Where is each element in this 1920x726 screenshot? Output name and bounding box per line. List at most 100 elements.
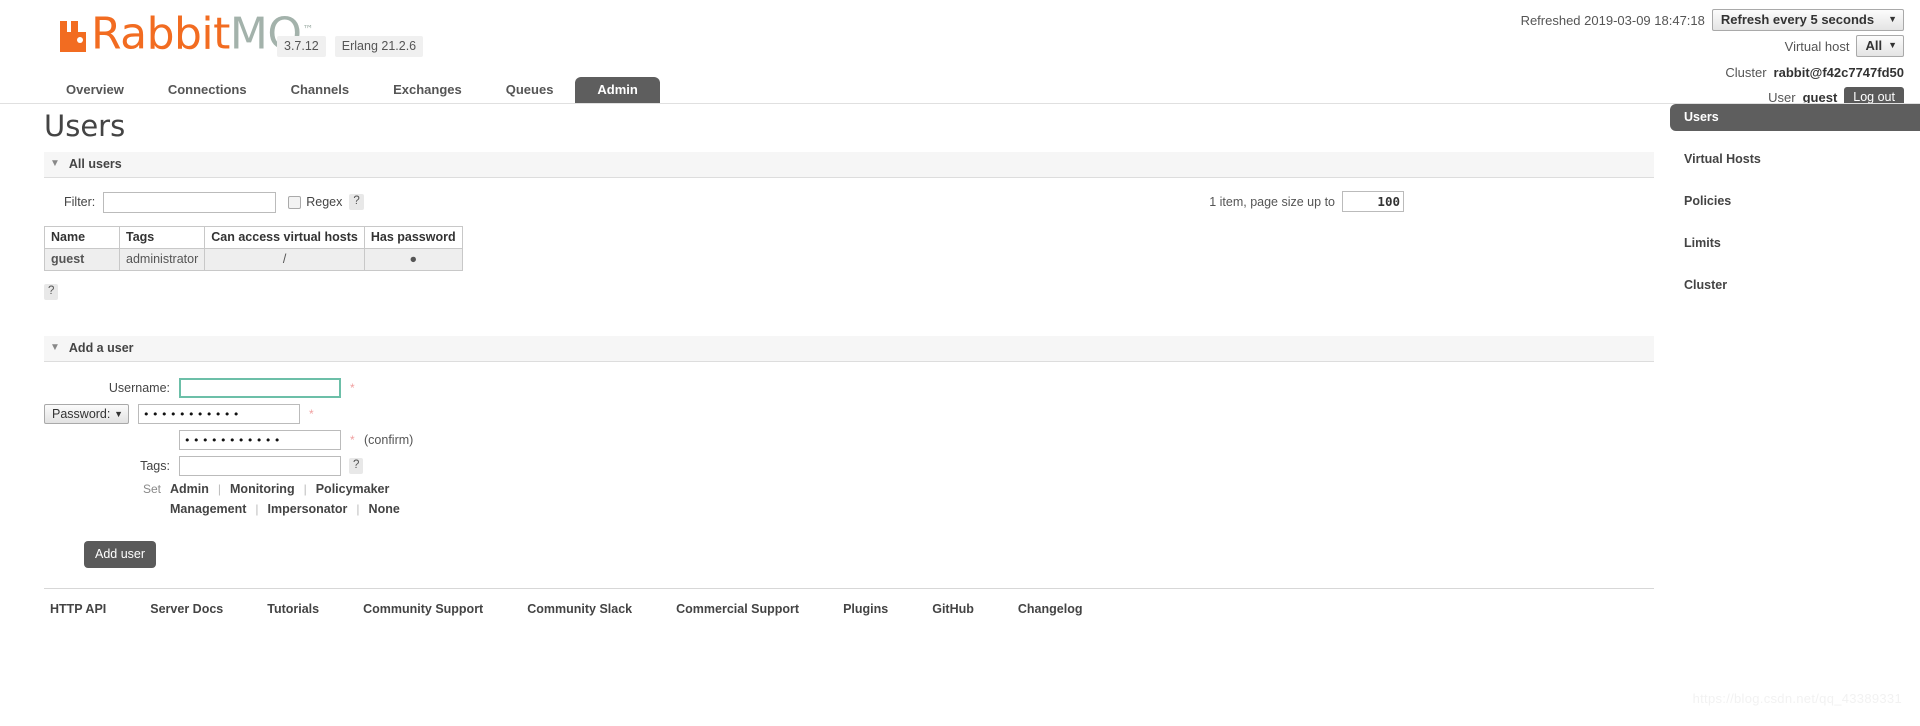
tab-exchanges[interactable]: Exchanges: [371, 77, 484, 104]
password-row: Password: ▼ *: [44, 403, 1662, 425]
main-nav: Overview Connections Channels Exchanges …: [44, 77, 660, 104]
app-root: RabbitMQ™ 3.7.12 Erlang 21.2.6 Refreshed…: [0, 0, 1920, 726]
password-input[interactable]: [138, 404, 300, 424]
add-user-section: ▼ Add a user Username: * Password: ▼ •••…: [44, 336, 1662, 568]
tab-queues[interactable]: Queues: [484, 77, 576, 104]
footer-link-github[interactable]: GitHub: [932, 602, 974, 616]
column-header-name[interactable]: Name: [44, 226, 120, 249]
users-table-body: guest administrator / ●: [44, 248, 463, 271]
footer-link-tutorials[interactable]: Tutorials: [267, 602, 319, 616]
footer-link-http-api[interactable]: HTTP API: [50, 602, 106, 616]
watermark-text: https://blog.csdn.net/qq_43389331: [1692, 691, 1902, 706]
refresh-interval-value: Refresh every 5 seconds: [1720, 12, 1875, 27]
filter-label: Filter:: [64, 195, 96, 209]
pagination-controls: 1 item, page size up to: [1209, 191, 1404, 212]
tag-preset-admin[interactable]: Admin: [170, 482, 209, 496]
footer-link-plugins[interactable]: Plugins: [843, 602, 888, 616]
filter-help-icon[interactable]: ?: [349, 194, 364, 210]
tag-preset-none[interactable]: None: [369, 502, 400, 516]
table-help-row: ?: [44, 283, 1662, 300]
all-users-section-label: All users: [68, 157, 122, 171]
tag-preset-links: Admin | Monitoring | Policymaker Managem…: [170, 482, 400, 516]
collapse-triangle-icon: ▼: [50, 158, 60, 169]
tag-presets-row: Set Admin | Monitoring | Policymaker Man…: [44, 482, 1662, 516]
footer-link-community-support[interactable]: Community Support: [363, 602, 483, 616]
sidebar-item-limits[interactable]: Limits: [1662, 230, 1920, 257]
password-type-select[interactable]: Password: ▼: [44, 404, 129, 424]
page-size-input[interactable]: [1342, 191, 1404, 212]
separator: |: [255, 502, 259, 516]
cell-user-name[interactable]: guest: [44, 248, 120, 271]
sidebar-item-policies[interactable]: Policies: [1662, 188, 1920, 215]
refresh-row: Refreshed 2019-03-09 18:47:18 Refresh ev…: [1521, 9, 1904, 31]
username-label: Username:: [108, 381, 170, 395]
table-row[interactable]: guest administrator / ●: [44, 248, 463, 271]
add-user-section-header[interactable]: ▼ Add a user: [44, 336, 1654, 362]
users-table-help-icon[interactable]: ?: [44, 284, 59, 300]
tags-row: Tags: ?: [44, 455, 1662, 477]
collapse-triangle-icon: ▼: [50, 342, 60, 353]
tag-preset-management[interactable]: Management: [170, 502, 246, 516]
password-required-mark: *: [309, 407, 314, 421]
chevron-down-icon: ▼: [114, 408, 123, 419]
footer-links: HTTP API Server Docs Tutorials Community…: [44, 588, 1654, 616]
add-user-button[interactable]: Add user: [84, 541, 157, 568]
header-status-block: Refreshed 2019-03-09 18:47:18 Refresh ev…: [1521, 9, 1904, 113]
footer-link-commercial-support[interactable]: Commercial Support: [676, 602, 799, 616]
rabbitmq-logo[interactable]: RabbitMQ™: [58, 11, 313, 56]
filter-input[interactable]: [103, 191, 277, 213]
erlang-version-badge: Erlang 21.2.6: [334, 36, 424, 57]
column-header-tags[interactable]: Tags: [118, 226, 206, 249]
sidebar-item-users[interactable]: Users: [1670, 104, 1920, 131]
footer-link-server-docs[interactable]: Server Docs: [150, 602, 223, 616]
refresh-interval-select[interactable]: Refresh every 5 seconds ▼: [1711, 9, 1904, 31]
page-header: RabbitMQ™ 3.7.12 Erlang 21.2.6 Refreshed…: [0, 0, 1920, 108]
username-input[interactable]: [179, 378, 341, 398]
tags-input[interactable]: [179, 456, 341, 476]
password-confirm-required-mark: *: [350, 433, 355, 447]
cell-user-tags: administrator: [118, 248, 206, 271]
username-required-mark: *: [350, 381, 355, 395]
sidebar-item-cluster[interactable]: Cluster: [1662, 272, 1920, 299]
set-label: Set: [142, 482, 161, 496]
tab-overview[interactable]: Overview: [44, 77, 146, 104]
all-users-section-header[interactable]: ▼ All users: [44, 152, 1654, 178]
password-confirm-note: (confirm): [364, 433, 414, 447]
tag-preset-impersonator[interactable]: Impersonator: [268, 502, 348, 516]
logo-rabbit-text: Rabbit: [91, 8, 230, 60]
tags-help-icon[interactable]: ?: [349, 458, 364, 474]
password-confirm-input[interactable]: [179, 430, 341, 450]
add-user-form: Username: * Password: ▼ *: [44, 377, 1662, 568]
column-header-has-password[interactable]: Has password: [363, 226, 463, 249]
cluster-name: rabbit@f42c7747fd50: [1773, 64, 1904, 80]
tab-channels[interactable]: Channels: [269, 77, 372, 104]
users-table-head: Name Tags Can access virtual hosts Has p…: [44, 226, 463, 249]
sidebar-item-virtual-hosts[interactable]: Virtual Hosts: [1662, 146, 1920, 173]
tab-admin[interactable]: Admin: [575, 77, 660, 104]
table-header-row: Name Tags Can access virtual hosts Has p…: [44, 226, 463, 249]
tag-preset-line-1: Admin | Monitoring | Policymaker: [170, 482, 400, 496]
tab-connections[interactable]: Connections: [146, 77, 269, 104]
separator: |: [303, 482, 307, 496]
item-count-label: 1 item, page size up to: [1209, 194, 1335, 209]
regex-checkbox[interactable]: [288, 195, 302, 209]
password-type-value: Password:: [52, 406, 111, 421]
rabbit-logo-icon: [58, 19, 88, 54]
page-title: Users: [44, 109, 126, 143]
cluster-label: Cluster: [1725, 64, 1767, 80]
cell-user-has-password: ●: [363, 248, 463, 271]
column-header-vhosts[interactable]: Can access virtual hosts: [204, 226, 365, 249]
content-column: Users ▼ All users Filter: Regex ? 1 item…: [44, 104, 1662, 616]
vhost-row: Virtual host All ▼: [1521, 35, 1904, 57]
users-table: Name Tags Can access virtual hosts Has p…: [44, 226, 463, 271]
virtual-host-label: Virtual host: [1784, 38, 1850, 54]
virtual-host-select[interactable]: All ▼: [1856, 35, 1904, 57]
tag-preset-monitoring[interactable]: Monitoring: [230, 482, 295, 496]
virtual-host-value: All: [1865, 38, 1883, 53]
add-user-section-label: Add a user: [68, 341, 134, 355]
footer-link-changelog[interactable]: Changelog: [1018, 602, 1083, 616]
tags-label: Tags:: [140, 459, 170, 473]
cluster-row: Cluster rabbit@f42c7747fd50: [1521, 62, 1904, 82]
footer-link-community-slack[interactable]: Community Slack: [527, 602, 632, 616]
tag-preset-policymaker[interactable]: Policymaker: [316, 482, 390, 496]
